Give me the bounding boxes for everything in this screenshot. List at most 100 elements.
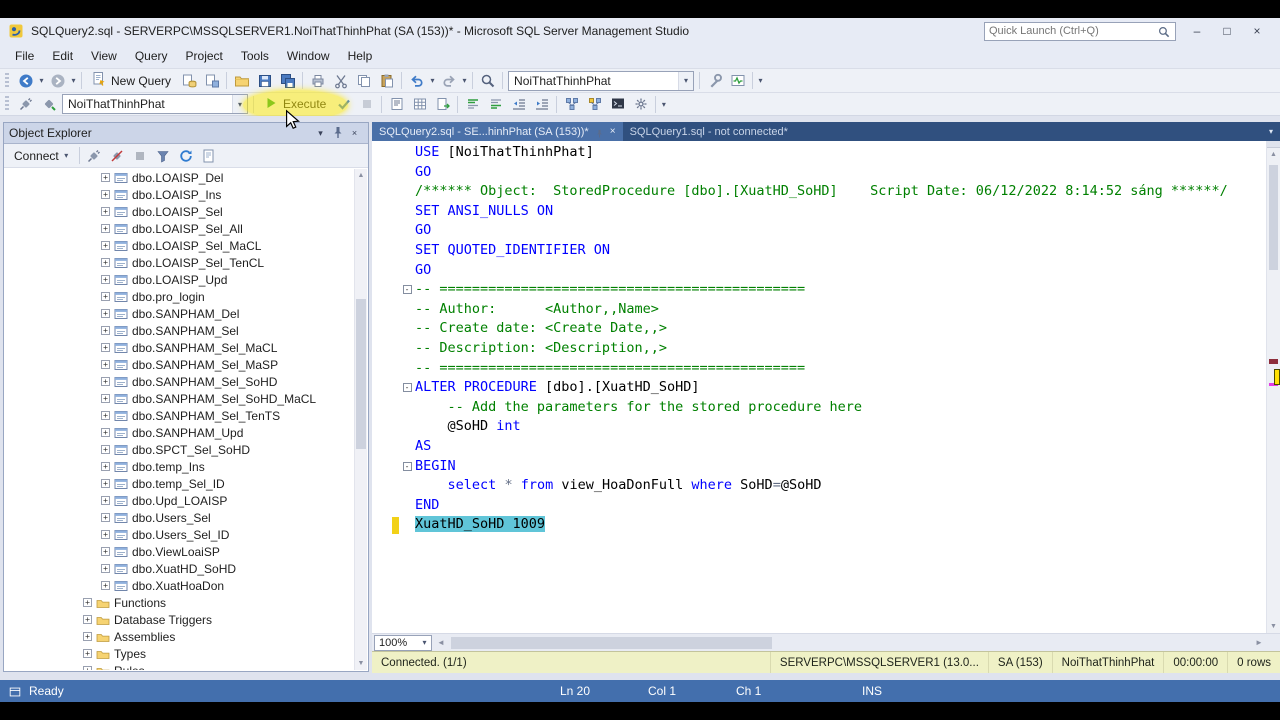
script-icon[interactable] <box>198 145 221 166</box>
overflow-chevron-icon[interactable]: ▾ <box>659 94 668 115</box>
pin-icon[interactable] <box>594 126 605 138</box>
menu-edit[interactable]: Edit <box>43 45 82 67</box>
expand-icon[interactable]: + <box>101 496 110 505</box>
menu-file[interactable]: File <box>6 45 43 67</box>
combo-dropdown-arrow[interactable]: ▾ <box>678 71 694 90</box>
collapse-region-icon[interactable]: - <box>402 383 412 393</box>
menu-help[interactable]: Help <box>339 45 382 67</box>
tree-item[interactable]: + dbo.SANPHAM_Sel_TenTS <box>5 407 354 424</box>
save-all-icon[interactable] <box>276 70 299 91</box>
menu-project[interactable]: Project <box>177 45 232 67</box>
tree-item[interactable]: + dbo.LOAISP_Sel_MaCL <box>5 237 354 254</box>
document-tab-2[interactable]: SQLQuery1.sql - not connected* <box>623 122 795 141</box>
refresh-icon[interactable] <box>175 145 198 166</box>
results-to-grid-icon[interactable] <box>408 94 431 115</box>
expand-icon[interactable]: + <box>101 377 110 386</box>
find-icon[interactable] <box>476 70 499 91</box>
expand-icon[interactable]: + <box>101 275 110 284</box>
save-icon[interactable] <box>253 70 276 91</box>
paste-icon[interactable] <box>375 70 398 91</box>
menu-window[interactable]: Window <box>278 45 339 67</box>
minimize-button[interactable]: – <box>1182 21 1212 41</box>
tree-item[interactable]: + dbo.SANPHAM_Sel <box>5 322 354 339</box>
tree-item[interactable]: + dbo.LOAISP_Ins <box>5 186 354 203</box>
editor-vertical-scrollbar[interactable]: ▲ ▼ <box>1266 141 1280 633</box>
scroll-down-icon[interactable]: ▼ <box>355 657 367 670</box>
tree-item[interactable]: + dbo.pro_login <box>5 288 354 305</box>
expand-icon[interactable]: + <box>101 394 110 403</box>
splitter-grip[interactable] <box>1267 141 1280 148</box>
document-tab-1[interactable]: SQLQuery2.sql - SE...hinhPhat (SA (153))… <box>372 122 623 141</box>
maximize-button[interactable]: □ <box>1212 21 1242 41</box>
expand-icon[interactable]: + <box>101 581 110 590</box>
tree-item[interactable]: + dbo.LOAISP_Del <box>5 169 354 186</box>
cancel-query-icon[interactable] <box>355 94 378 115</box>
nav-forward-icon[interactable] <box>46 70 69 91</box>
tree-item[interactable]: + Functions <box>5 594 354 611</box>
stop-icon[interactable] <box>129 145 152 166</box>
cut-icon[interactable] <box>329 70 352 91</box>
dropdown-arrow-icon[interactable]: ▾ <box>69 76 78 85</box>
tree-item[interactable]: + Types <box>5 645 354 662</box>
expand-icon[interactable]: + <box>101 360 110 369</box>
code-editor[interactable]: USE [NoiThatThinhPhat] GO/****** Object: … <box>372 143 1266 535</box>
expand-icon[interactable]: + <box>101 428 110 437</box>
tree-item[interactable]: + dbo.SPCT_Sel_SoHD <box>5 441 354 458</box>
parse-check-icon[interactable] <box>332 94 355 115</box>
close-icon[interactable]: × <box>346 125 363 141</box>
expand-icon[interactable]: + <box>101 207 110 216</box>
menu-tools[interactable]: Tools <box>232 45 278 67</box>
expand-icon[interactable]: + <box>101 411 110 420</box>
tree-item[interactable]: + dbo.Users_Sel_ID <box>5 526 354 543</box>
activity-monitor-icon[interactable] <box>726 70 749 91</box>
expand-icon[interactable]: + <box>101 479 110 488</box>
window-list-chevron-icon[interactable]: ▾ <box>1262 122 1280 141</box>
expand-icon[interactable]: + <box>83 649 92 658</box>
tree-item[interactable]: + dbo.SANPHAM_Sel_MaSP <box>5 356 354 373</box>
close-icon[interactable]: × <box>610 126 616 137</box>
expand-icon[interactable]: + <box>101 258 110 267</box>
scroll-down-icon[interactable]: ▼ <box>1267 620 1280 633</box>
tree-item[interactable]: + Database Triggers <box>5 611 354 628</box>
scroll-up-icon[interactable]: ▲ <box>1267 148 1280 161</box>
expand-icon[interactable]: + <box>83 632 92 641</box>
tree-item[interactable]: + dbo.XuatHD_SoHD <box>5 560 354 577</box>
tree-item[interactable]: + dbo.SANPHAM_Sel_SoHD_MaCL <box>5 390 354 407</box>
expand-icon[interactable]: + <box>101 173 110 182</box>
expand-icon[interactable]: + <box>101 326 110 335</box>
horizontal-scrollbar-track[interactable] <box>449 636 1251 650</box>
expand-icon[interactable]: + <box>101 292 110 301</box>
scrollbar-thumb[interactable] <box>1269 165 1278 270</box>
dropdown-arrow-icon[interactable]: ▾ <box>460 76 469 85</box>
overflow-chevron-icon[interactable]: ▾ <box>756 70 765 91</box>
expand-icon[interactable]: + <box>101 241 110 250</box>
combo-dropdown-arrow[interactable]: ▾ <box>232 95 247 113</box>
uncomment-icon[interactable] <box>484 94 507 115</box>
database-engine-query-icon[interactable] <box>177 70 200 91</box>
tree-item[interactable]: + dbo.XuatHoaDon <box>5 577 354 594</box>
tree-item[interactable]: + dbo.Upd_LOAISP <box>5 492 354 509</box>
results-to-text-icon[interactable] <box>385 94 408 115</box>
expand-icon[interactable]: + <box>101 190 110 199</box>
quick-launch[interactable] <box>984 21 1176 41</box>
quick-launch-input[interactable] <box>989 25 1157 37</box>
tree-item[interactable]: + dbo.LOAISP_Upd <box>5 271 354 288</box>
database-combo[interactable]: NoiThatThinhPhat ▾ <box>62 94 248 114</box>
pin-icon[interactable] <box>329 125 346 141</box>
query-options-icon[interactable] <box>629 94 652 115</box>
zoom-selector[interactable]: 100% ▾ <box>374 634 432 651</box>
results-to-file-icon[interactable] <box>431 94 454 115</box>
scrollbar-thumb[interactable] <box>356 299 366 449</box>
open-file-icon[interactable] <box>230 70 253 91</box>
tree-item[interactable]: + dbo.SANPHAM_Del <box>5 305 354 322</box>
tree-item[interactable]: + dbo.ViewLoaiSP <box>5 543 354 560</box>
sqlcmd-icon[interactable] <box>606 94 629 115</box>
expand-icon[interactable]: + <box>101 513 110 522</box>
new-query-button[interactable]: New Query <box>85 70 177 91</box>
scrollbar-thumb[interactable] <box>451 636 772 649</box>
connect-plug-icon[interactable] <box>83 145 106 166</box>
database-combo[interactable]: NoiThatThinhPhat ▾ <box>508 70 695 91</box>
tree-item[interactable]: + Assemblies <box>5 628 354 645</box>
collapse-region-icon[interactable]: - <box>402 285 412 295</box>
tree-item[interactable]: + dbo.LOAISP_Sel_All <box>5 220 354 237</box>
